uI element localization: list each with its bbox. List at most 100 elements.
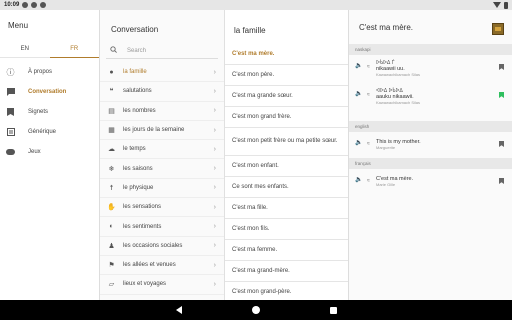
phrase-item[interactable]: C'est ma fille.: [225, 198, 348, 219]
category-label: les allées et venues: [123, 262, 176, 269]
category-label: les sensations: [123, 204, 162, 211]
menu-item-label: Conversation: [28, 89, 67, 95]
gamepad-icon: [6, 148, 15, 157]
phrase-item[interactable]: C'est mon petit frère ou ma petite sœur.: [225, 128, 348, 156]
bookmark-icon: [6, 108, 15, 117]
settings-status-icon: [22, 2, 29, 8]
menu-item-label: Signets: [28, 109, 49, 115]
chevron-right-icon: ›: [213, 280, 216, 288]
phrase-list-title: la famille: [234, 26, 266, 35]
translation-entry: 🔈 ≈ ᐅᑳᐅᐃ ᒦ nikaawii uu. Kawawachikamach …: [349, 55, 512, 83]
category-item[interactable]: ▤ les nombres ›: [100, 102, 224, 121]
chevron-right-icon: ›: [213, 68, 216, 76]
app-status-icon: [31, 2, 38, 8]
category-item[interactable]: ☨ le physique ›: [100, 179, 224, 199]
phrase-item[interactable]: C'est ma grand-mère.: [225, 261, 348, 282]
numbers-icon: ▤: [108, 107, 115, 115]
phrase-item[interactable]: C'est mon fils.: [225, 219, 348, 240]
search-placeholder: Search: [127, 47, 147, 54]
speaker-play-icon[interactable]: 🔈: [355, 139, 367, 146]
category-label: les saisons: [123, 165, 153, 172]
speaker-play-icon[interactable]: 🔈: [355, 62, 367, 69]
category-label: lieux et voyages: [123, 281, 167, 288]
category-label: le temps: [123, 146, 146, 153]
credits-icon: [6, 128, 15, 137]
detail-title: C'est ma mère.: [359, 22, 413, 32]
recorder-icon: ≈: [367, 92, 370, 98]
phrase-item[interactable]: C'est mon grand frère.: [225, 107, 348, 128]
recent-apps-icon[interactable]: [329, 306, 337, 314]
section-header: français: [349, 158, 512, 169]
speaker-play-icon[interactable]: 🔈: [355, 90, 367, 97]
conversation-panel: Conversation Search ● la famille › ❝ saluta…: [100, 10, 225, 300]
chevron-right-icon: ›: [213, 126, 216, 134]
category-label: la famille: [123, 69, 147, 76]
chevron-right-icon: ›: [213, 261, 216, 269]
menu-item-label: Générique: [28, 129, 57, 135]
menu-panel: Menu EN FR ⓘ À propos Conversation Signe…: [0, 10, 100, 300]
phrase-item[interactable]: C'est mon enfant.: [225, 156, 348, 177]
phrase-detail-panel: C'est ma mère. naskapi 🔈 ≈ ᐅᑳᐅᐃ ᒦ nikaaw…: [349, 10, 512, 300]
lang-tab-en[interactable]: EN: [0, 40, 50, 57]
body-icon: ☨: [109, 184, 114, 192]
phrase-item[interactable]: C'est ma grande sœur.: [225, 86, 348, 107]
chevron-right-icon: ›: [213, 242, 216, 250]
category-label: les jours de la semaine: [123, 127, 185, 134]
category-label: le physique: [123, 184, 154, 191]
system-nav-bar: [0, 300, 512, 320]
search-input[interactable]: Search: [106, 43, 218, 59]
category-item[interactable]: ▱ lieux et voyages ›: [100, 275, 224, 295]
category-item[interactable]: ⚑ les allées et venues ›: [100, 256, 224, 276]
category-item[interactable]: ❝ salutations ›: [100, 82, 224, 102]
search-icon: [110, 46, 120, 55]
notification-status-icon: [40, 2, 47, 8]
category-item[interactable]: ❄ les saisons ›: [100, 159, 224, 179]
translation-entry: 🔈 ≈ C'est ma mère. Marie Gille: [349, 169, 512, 195]
category-item[interactable]: ✋ les sensations ›: [100, 198, 224, 218]
calendar-icon: ▦: [108, 127, 115, 135]
chevron-right-icon: ›: [213, 223, 216, 231]
translation-entry: 🔈 ≈ ᐊᐅᐃ ᐅᑳᐅᐃ aauku nikaawii. Kawawachika…: [349, 83, 512, 113]
app-logo-icon: [492, 23, 504, 35]
menu-item-label: Jeux: [28, 149, 41, 155]
back-icon[interactable]: [175, 306, 182, 314]
phrase-item[interactable]: Ce sont mes enfants.: [225, 177, 348, 198]
phrase-item[interactable]: C'est ma femme.: [225, 240, 348, 261]
info-icon: ⓘ: [6, 67, 15, 77]
category-item[interactable]: ● la famille ›: [100, 63, 224, 83]
battery-icon: [504, 1, 508, 9]
chevron-right-icon: ›: [213, 87, 216, 95]
chevron-right-icon: ›: [213, 107, 216, 115]
phrase-item[interactable]: C'est ma mère.: [225, 44, 348, 65]
category-label: les occasions sociales: [123, 242, 183, 249]
menu-item-apropos[interactable]: ⓘ À propos: [0, 62, 99, 82]
menu-item-conversation[interactable]: Conversation: [0, 82, 99, 102]
wifi-icon: [493, 2, 501, 8]
category-item[interactable]: ☁ le temps ›: [100, 140, 224, 160]
category-item[interactable]: ♟ les occasions sociales ›: [100, 237, 224, 256]
chat-icon: [6, 88, 15, 97]
lang-tab-fr[interactable]: FR: [49, 40, 100, 58]
menu-item-generique[interactable]: Générique: [0, 122, 99, 142]
recorder-icon: ≈: [367, 141, 370, 147]
phrase-list-panel: la famille C'est ma mère. C'est mon père…: [225, 10, 349, 303]
hand-icon: ✋: [107, 204, 116, 212]
menu-item-signets[interactable]: Signets: [0, 102, 99, 122]
chevron-right-icon: ›: [213, 184, 216, 192]
category-label: les sentiments: [123, 223, 162, 230]
category-item[interactable]: ▦ les jours de la semaine ›: [100, 121, 224, 141]
chevron-right-icon: ›: [213, 165, 216, 173]
speaker-play-icon[interactable]: 🔈: [355, 176, 367, 183]
phrase-item[interactable]: C'est mon père.: [225, 65, 348, 86]
translation-entry: 🔈 ≈ This is my mother. Marguerite: [349, 132, 512, 158]
chevron-right-icon: ›: [213, 203, 216, 211]
language-tabs: EN FR: [0, 40, 99, 58]
menu-item-jeux[interactable]: Jeux: [0, 142, 99, 162]
speaker-name: Marie Gille: [376, 182, 396, 187]
section-header: naskapi: [349, 44, 512, 55]
map-icon: ▱: [108, 281, 115, 289]
home-icon[interactable]: [251, 306, 260, 314]
speaker-name: Kawawachikamach Silas: [376, 72, 421, 77]
cloud-icon: ☁: [108, 146, 115, 154]
category-item[interactable]: ◐ les sentiments ›: [100, 217, 224, 237]
